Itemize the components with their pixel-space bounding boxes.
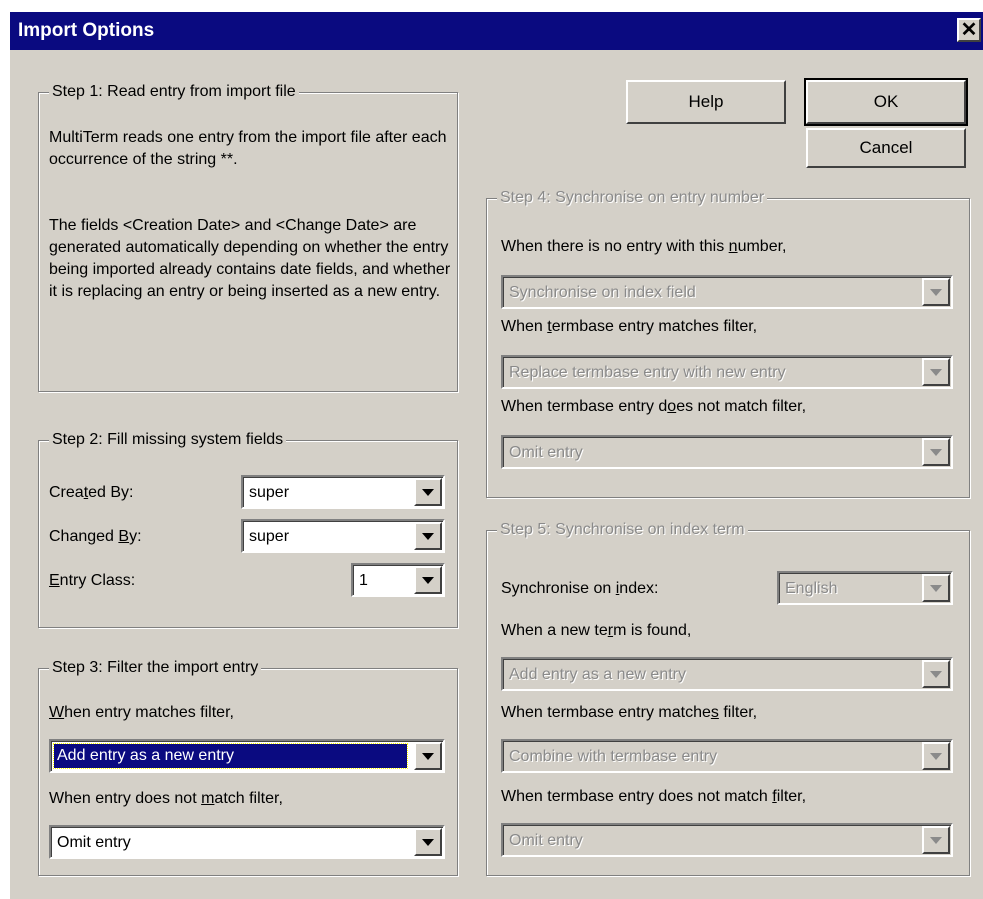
cancel-button-label: Cancel [859, 138, 913, 157]
step5-match-value: Combine with termbase entry [509, 748, 718, 765]
chevron-down-icon[interactable] [922, 438, 950, 466]
ok-button-label: OK [873, 92, 899, 111]
changed-by-label: Changed By: [49, 528, 142, 545]
chevron-down-icon[interactable] [414, 828, 442, 856]
created-by-value: super [249, 484, 290, 501]
changed-by-value: super [249, 528, 290, 545]
entry-class-label: Entry Class: [49, 572, 136, 589]
step5-legend: Step 5: Synchronise on index term [497, 520, 748, 540]
step3-nomatch-label: When entry does not match filter, [49, 790, 283, 807]
step4-match-label: When termbase entry matches filter, [501, 318, 758, 335]
chevron-down-icon[interactable] [414, 522, 442, 550]
step5-nomatch-label: When termbase entry does not match filte… [501, 788, 807, 805]
chevron-down-icon[interactable] [922, 278, 950, 306]
step5-match-label: When termbase entry matches filter, [501, 704, 758, 721]
close-button[interactable]: ✕ [957, 18, 981, 42]
chevron-down-icon[interactable] [414, 566, 442, 594]
step5-index-combo[interactable]: English [777, 571, 953, 605]
close-icon: ✕ [960, 19, 978, 41]
step1-legend: Step 1: Read entry from import file [49, 82, 299, 102]
chevron-down-icon[interactable] [922, 660, 950, 688]
help-button[interactable]: Help [626, 80, 786, 124]
step5-index-label: Synchronise on index: [501, 580, 659, 597]
cancel-button[interactable]: Cancel [806, 128, 966, 168]
chevron-down-icon[interactable] [922, 826, 950, 854]
step4-no-entry-label: When there is no entry with this number, [501, 238, 787, 255]
step5-group: Step 5: Synchronise on index term Synchr… [486, 520, 970, 876]
step5-nomatch-value: Omit entry [509, 832, 583, 849]
step3-legend: Step 3: Filter the import entry [49, 658, 262, 678]
step4-group: Step 4: Synchronise on entry number When… [486, 188, 970, 498]
step1-description-1: MultiTerm reads one entry from the impor… [49, 129, 447, 168]
step3-match-value: Add entry as a new entry [53, 743, 408, 769]
dialog-title: Import Options [18, 20, 155, 41]
step3-match-label: When entry matches filter, [49, 704, 234, 721]
step2-group: Step 2: Fill missing system fields Creat… [38, 430, 458, 628]
step5-new-term-value: Add entry as a new entry [509, 666, 686, 683]
step1-group: Step 1: Read entry from import file Mult… [38, 82, 458, 392]
step5-nomatch-combo[interactable]: Omit entry [501, 823, 953, 857]
step4-no-entry-combo[interactable]: Synchronise on index field [501, 275, 953, 309]
created-by-combo[interactable]: super [241, 475, 445, 509]
step4-match-combo[interactable]: Replace termbase entry with new entry [501, 355, 953, 389]
entry-class-value: 1 [359, 572, 368, 589]
created-by-label: Created By: [49, 484, 134, 501]
step4-match-value: Replace termbase entry with new entry [509, 364, 786, 381]
chevron-down-icon[interactable] [414, 478, 442, 506]
chevron-down-icon[interactable] [922, 574, 950, 602]
chevron-down-icon[interactable] [922, 742, 950, 770]
import-options-dialog: Import Options ✕ Help OK Cancel Step 1: … [8, 10, 983, 899]
step4-nomatch-label: When termbase entry does not match filte… [501, 398, 807, 415]
chevron-down-icon[interactable] [414, 742, 442, 770]
help-button-label: Help [688, 92, 724, 111]
step3-nomatch-combo[interactable]: Omit entry [49, 825, 445, 859]
step5-index-value: English [785, 580, 838, 597]
title-bar: Import Options ✕ [10, 12, 983, 50]
step5-match-combo[interactable]: Combine with termbase entry [501, 739, 953, 773]
entry-class-combo[interactable]: 1 [351, 563, 445, 597]
step1-description-2: The fields <Creation Date> and <Change D… [49, 217, 451, 300]
chevron-down-icon[interactable] [922, 358, 950, 386]
step2-legend: Step 2: Fill missing system fields [49, 430, 287, 450]
step4-nomatch-combo[interactable]: Omit entry [501, 435, 953, 469]
step5-new-term-label: When a new term is found, [501, 622, 692, 639]
step5-new-term-combo[interactable]: Add entry as a new entry [501, 657, 953, 691]
step4-nomatch-value: Omit entry [509, 444, 583, 461]
step3-nomatch-value: Omit entry [57, 834, 131, 851]
ok-button[interactable]: OK [804, 78, 968, 126]
step3-group: Step 3: Filter the import entry When ent… [38, 658, 458, 876]
step3-match-combo[interactable]: Add entry as a new entry [49, 739, 445, 773]
step4-legend: Step 4: Synchronise on entry number [497, 188, 768, 208]
step4-no-entry-value: Synchronise on index field [509, 284, 696, 301]
changed-by-combo[interactable]: super [241, 519, 445, 553]
